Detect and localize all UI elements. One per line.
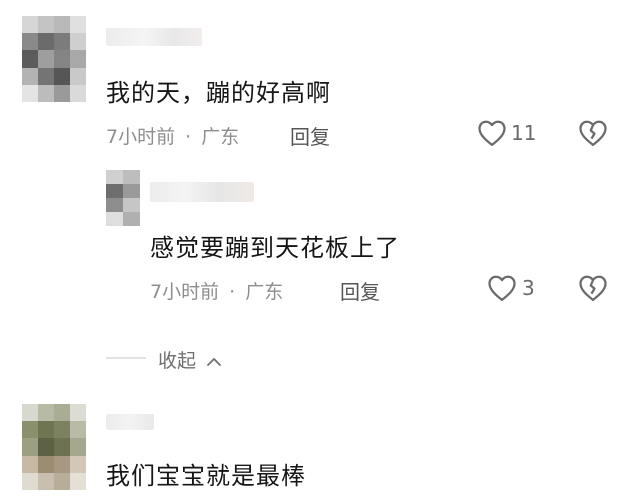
reply-avatar[interactable] [106, 170, 140, 226]
chevron-up-icon [206, 356, 222, 368]
collapse-label: 收起 [158, 350, 197, 372]
heart-outline-icon[interactable] [477, 119, 507, 147]
comment-meta: 7小时前 · 广东 [106, 122, 239, 149]
collapse-divider [106, 357, 146, 359]
username[interactable] [106, 28, 202, 46]
reply-button[interactable]: 回复 [290, 121, 330, 150]
reply-text: 感觉要蹦到天花板上了 [150, 234, 400, 262]
reply-meta: 7小时前 · 广东 [150, 277, 283, 304]
meta-separator: · [185, 126, 192, 148]
collapse-replies-button[interactable]: 收起 [158, 346, 222, 373]
reply-button[interactable]: 回复 [340, 276, 380, 305]
reply-username[interactable] [150, 182, 254, 202]
broken-heart-icon[interactable] [578, 274, 608, 302]
avatar[interactable] [22, 404, 86, 490]
username[interactable] [106, 414, 154, 430]
reply-location: 广东 [245, 281, 284, 303]
meta-separator: · [229, 281, 236, 303]
comment-time: 7小时前 [106, 126, 176, 148]
like-count: 11 [511, 121, 537, 145]
heart-outline-icon[interactable] [487, 274, 517, 302]
comment-text: 我的天，蹦的好高啊 [106, 79, 331, 107]
comment-location: 广东 [201, 126, 240, 148]
like-count: 3 [522, 276, 535, 300]
reply-time: 7小时前 [150, 281, 220, 303]
comment-text: 我们宝宝就是最棒 [106, 462, 306, 490]
broken-heart-icon[interactable] [578, 119, 608, 147]
avatar[interactable] [22, 16, 86, 102]
